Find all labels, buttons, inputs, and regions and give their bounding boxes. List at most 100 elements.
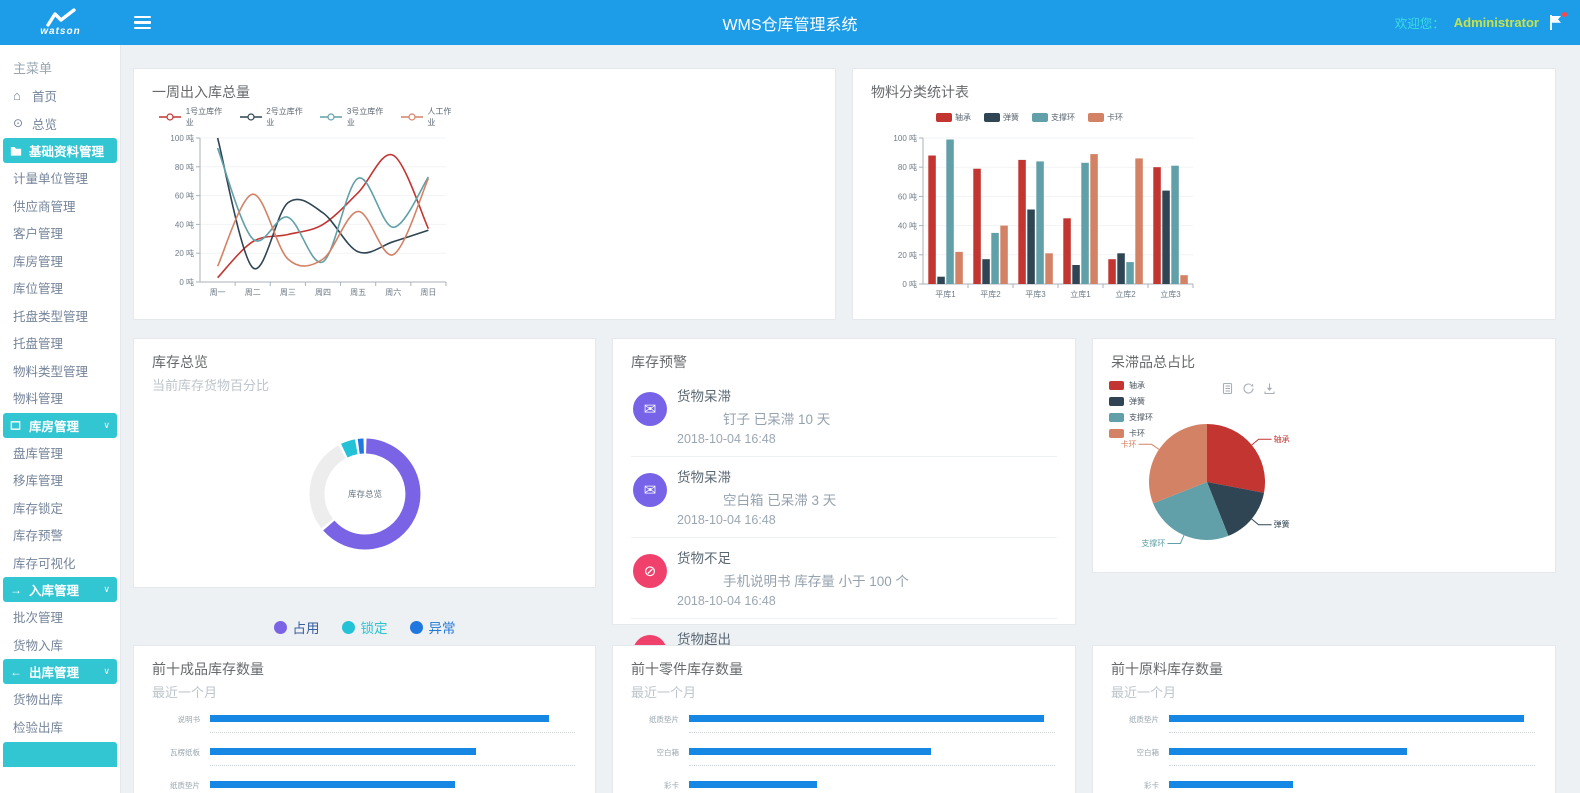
legend-label: 人工作业 <box>427 106 459 128</box>
sidebar-item-基础资料管理[interactable]: 基础资料管理 <box>3 138 117 163</box>
app-title: WMS仓库管理系统 <box>0 11 1580 35</box>
envelope-icon: ✉ <box>633 473 667 507</box>
stagnant-pie-chart: 轴承弹簧支撑环卡环 <box>1097 400 1397 565</box>
sidebar-item-首页[interactable]: ⌂首页 <box>0 82 120 110</box>
sidebar-item-库存可视化[interactable]: 库存可视化 <box>0 549 120 577</box>
panel-material-category-stats: 物料分类统计表 轴承弹簧支撑环卡环 0 吨20 吨40 吨60 吨80 吨100… <box>852 68 1556 320</box>
legend-marker <box>1109 381 1124 390</box>
legend-item-弹簧[interactable]: 弹簧 <box>981 112 1019 123</box>
alert-timestamp: 2018-10-04 16:48 <box>677 513 1057 527</box>
sidebar-item-出库管理[interactable]: ←出库管理∨ <box>3 659 117 684</box>
sidebar-item-库存锁定[interactable]: 库存锁定 <box>0 494 120 522</box>
svg-text:平库2: 平库2 <box>980 289 1001 299</box>
sidebar-section-label: 主菜单 <box>0 45 120 82</box>
sidebar-item-客户管理[interactable]: 客户管理 <box>0 219 120 247</box>
panel-inventory-alerts: 库存预警 ✉货物呆滞钉子 已呆滞 10 天2018-10-04 16:48✉货物… <box>612 338 1076 625</box>
sidebar-item-供应商管理[interactable]: 供应商管理 <box>0 192 120 220</box>
panel-title: 库存总览 <box>134 339 595 372</box>
material-bar-chart: 0 吨20 吨40 吨60 吨80 吨100 吨平库1平库2平库3立库1立库2立… <box>873 126 1213 318</box>
sidebar-item-库房管理[interactable]: 库房管理∨ <box>3 413 117 438</box>
restore-icon[interactable] <box>1242 382 1255 395</box>
sidebar-item-总览[interactable]: ⊙总览 <box>0 110 120 138</box>
hbar-track <box>1169 748 1535 755</box>
arrow-left-icon: ← <box>10 665 26 679</box>
legend-item-支撑环[interactable]: 支撑环 <box>1029 112 1075 123</box>
panel-title: 前十零件库存数量 <box>613 646 1075 679</box>
legend-marker <box>274 621 287 634</box>
legend-item-1号立库作业[interactable]: 1号立库作业 <box>159 106 230 128</box>
sidebar-item-label: 库存预警 <box>13 525 63 544</box>
sidebar-item-label: 库位管理 <box>13 278 63 297</box>
current-user[interactable]: Administrator <box>1454 15 1539 30</box>
legend-item-锁定[interactable]: 锁定 <box>342 617 388 637</box>
weekly-line-chart: 0 吨20 吨40 吨60 吨80 吨100 吨周一周二周三周四周五周六周日 <box>154 126 464 316</box>
sidebar-item-库位管理[interactable]: 库位管理 <box>0 274 120 302</box>
inventory-donut-chart-area: 库存总览 <box>285 416 445 581</box>
svg-text:100 吨: 100 吨 <box>170 133 194 143</box>
alert-item[interactable]: ✉货物呆滞空白箱 已呆滞 3 天2018-10-04 16:48 <box>631 457 1057 538</box>
top-header: watson WMS仓库管理系统 欢迎您： Administrator <box>0 0 1580 45</box>
alert-item[interactable]: ⊘货物不足手机说明书 库存量 小于 100 个2018-10-04 16:48 <box>631 538 1057 619</box>
legend-item-轴承[interactable]: 轴承 <box>933 112 971 123</box>
alert-detail: 手机说明书 库存量 小于 100 个 <box>723 570 1057 590</box>
hbar-value <box>1169 715 1524 722</box>
panel-title: 呆滞品总占比 <box>1093 339 1555 372</box>
alert-title: 货物不足 <box>677 547 1057 567</box>
svg-text:周二: 周二 <box>245 288 261 297</box>
svg-text:40 吨: 40 吨 <box>898 221 917 231</box>
legend-item-异常[interactable]: 异常 <box>410 617 456 637</box>
sidebar-item-计量单位管理[interactable]: 计量单位管理 <box>0 164 120 192</box>
download-icon[interactable] <box>1263 382 1276 395</box>
hbar-label: 彩卡 <box>1107 780 1159 791</box>
hbar-track <box>1169 715 1535 722</box>
alert-item[interactable]: ✉货物呆滞钉子 已呆滞 10 天2018-10-04 16:48 <box>631 376 1057 457</box>
sidebar-item-检验出库[interactable]: 检验出库 <box>0 713 120 741</box>
sidebar-item-货物入库[interactable]: 货物入库 <box>0 631 120 659</box>
sidebar-item-label: 基础资料管理 <box>29 141 104 160</box>
sidebar-item-label: 首页 <box>32 86 57 105</box>
hbar-track <box>689 715 1055 722</box>
hbar-value <box>1169 781 1293 788</box>
sidebar-item-托盘管理[interactable]: 托盘管理 <box>0 329 120 357</box>
svg-text:周五: 周五 <box>350 288 366 297</box>
sidebar-item-入库管理[interactable]: →入库管理∨ <box>3 577 117 602</box>
dashboard: 一周出入库总量 1号立库作业2号立库作业3号立库作业人工作业 0 吨20 吨40… <box>121 45 1580 793</box>
svg-text:0 吨: 0 吨 <box>902 279 917 289</box>
legend-label: 弹簧 <box>1003 112 1019 123</box>
sidebar-item-物料类型管理[interactable]: 物料类型管理 <box>0 357 120 385</box>
sidebar-item-label: 物料管理 <box>13 388 63 407</box>
sidebar-item-库存预警[interactable]: 库存预警 <box>0 521 120 549</box>
legend-item-轴承[interactable]: 轴承 <box>1109 380 1153 391</box>
svg-text:卡环: 卡环 <box>1121 439 1137 449</box>
sidebar-item-货物出库[interactable]: 货物出库 <box>0 685 120 713</box>
sidebar-item-label: 托盘类型管理 <box>13 306 88 325</box>
panel-title: 库存预警 <box>613 339 1075 372</box>
legend-item-2号立库作业[interactable]: 2号立库作业 <box>240 106 311 128</box>
chevron-down-icon: ∨ <box>103 666 110 677</box>
finished-hbar-chart-area: 说明书瓦楞纸板纸质垫片空白箱 <box>134 701 595 793</box>
legend-item-卡环[interactable]: 卡环 <box>1085 112 1123 123</box>
legend-item-3号立库作业[interactable]: 3号立库作业 <box>320 106 391 128</box>
hbar-label: 空白箱 <box>627 747 679 758</box>
hbar-label: 纸质垫片 <box>1107 714 1159 725</box>
sidebar-item-物料管理[interactable]: 物料管理 <box>0 384 120 412</box>
svg-text:平库1: 平库1 <box>935 289 956 299</box>
legend-item-人工作业[interactable]: 人工作业 <box>401 106 459 128</box>
panel-subtitle: 最近一个月 <box>1093 679 1555 701</box>
sidebar-item-label: 入库管理 <box>29 580 79 599</box>
sidebar-item-库房管理[interactable]: 库房管理 <box>0 247 120 275</box>
legend-marker <box>410 621 423 634</box>
legend-label: 轴承 <box>1129 380 1145 391</box>
legend-item-占用[interactable]: 占用 <box>274 617 320 637</box>
data-view-icon[interactable] <box>1221 382 1234 395</box>
notification-flag-icon[interactable] <box>1548 14 1566 32</box>
sidebar-item-盘库管理[interactable]: 盘库管理 <box>0 439 120 467</box>
hbar-gridline <box>1169 765 1535 766</box>
sidebar-item-托盘类型管理[interactable]: 托盘类型管理 <box>0 302 120 330</box>
sidebar-item-移库管理[interactable]: 移库管理 <box>0 466 120 494</box>
weekly-chart-legend: 1号立库作业 2号立库作业 3号立库作业 人工作业 <box>154 108 464 126</box>
sidebar-item-partial[interactable] <box>3 742 117 767</box>
sidebar-item-label: 批次管理 <box>13 607 63 626</box>
chevron-down-icon: ∨ <box>103 420 110 431</box>
sidebar-item-批次管理[interactable]: 批次管理 <box>0 603 120 631</box>
